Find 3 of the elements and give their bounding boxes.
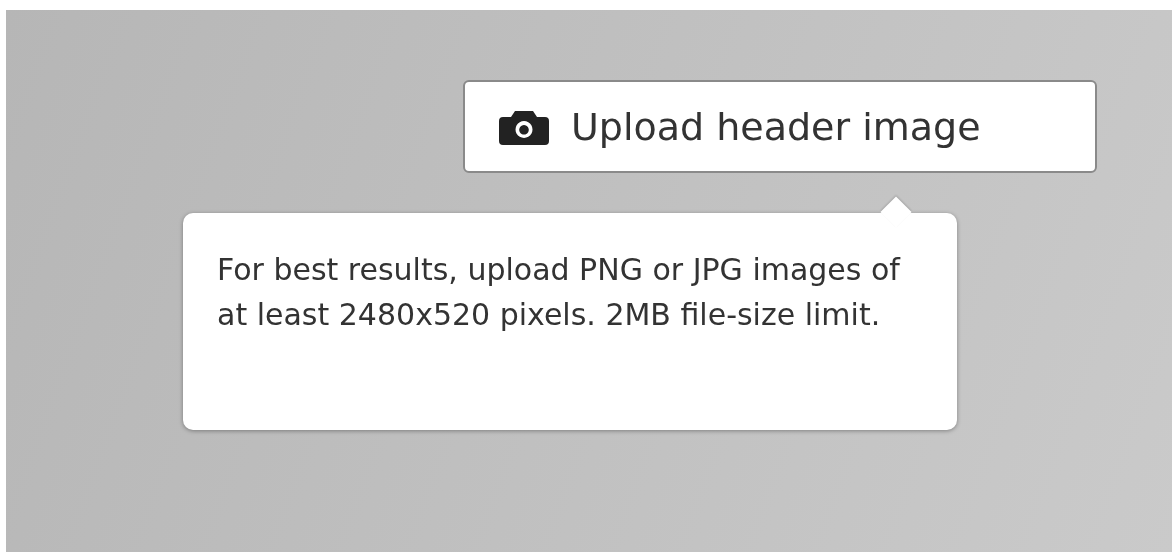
camera-icon [499,108,549,145]
upload-header-button[interactable]: Upload header image [463,80,1097,173]
tooltip-text: For best results, upload PNG or JPG images of at least 2480x520 pixels. 2MB file-size limit. [217,251,902,334]
